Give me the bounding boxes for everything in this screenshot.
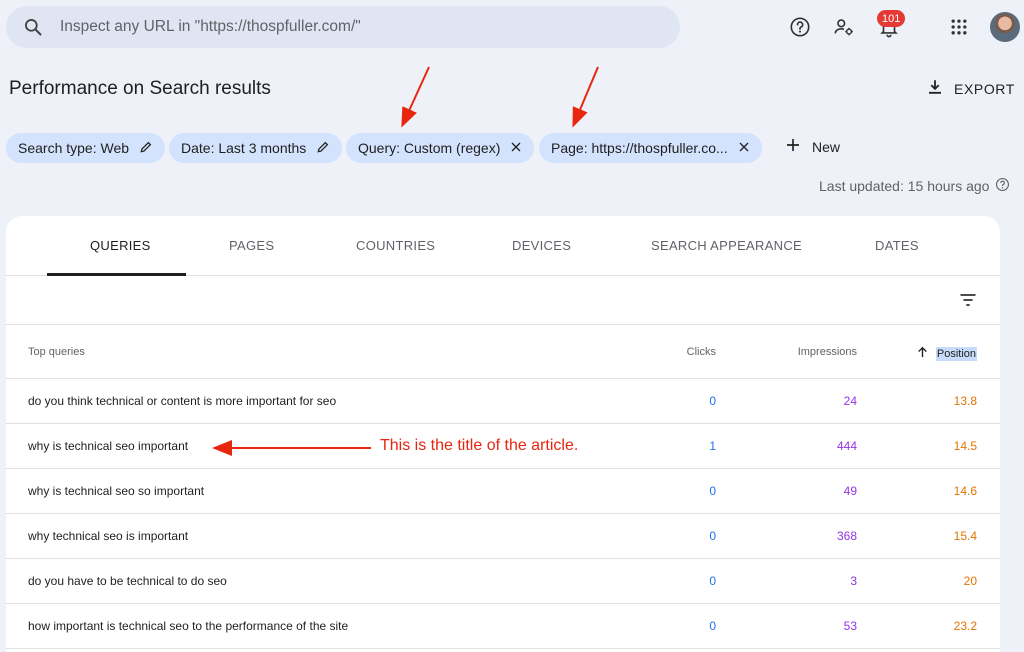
tab-pages[interactable]: PAGES [229, 238, 274, 253]
page-title: Performance on Search results [9, 78, 271, 99]
table-row[interactable]: do you have to be technical to do seo 0 … [6, 559, 1000, 604]
apps-icon[interactable] [946, 14, 972, 40]
close-icon[interactable] [738, 140, 750, 156]
table-row[interactable]: why technical seo is important 0 368 15.… [6, 514, 1000, 559]
tab-dates[interactable]: DATES [875, 238, 919, 253]
tab-search-appearance[interactable]: SEARCH APPEARANCE [651, 238, 802, 253]
filter-icon[interactable] [958, 290, 978, 315]
pencil-icon[interactable] [316, 140, 330, 157]
new-filter-button[interactable]: New [784, 136, 840, 157]
filter-chip-search-type[interactable]: Search type: Web [6, 133, 166, 163]
help-icon[interactable] [995, 177, 1010, 195]
clicks-cell: 0 [709, 484, 716, 498]
help-icon[interactable] [787, 14, 813, 40]
impressions-cell: 368 [836, 529, 857, 543]
table-header: Top queries Clicks Impressions Position [6, 325, 1000, 379]
chip-label: Date: Last 3 months [181, 140, 307, 156]
table-row[interactable]: do you think technical or content is mor… [6, 379, 1000, 424]
clicks-cell: 1 [709, 439, 716, 453]
last-updated-text: Last updated: 15 hours ago [819, 178, 990, 194]
column-header-position[interactable]: Position [917, 346, 977, 361]
filter-chip-query[interactable]: Query: Custom (regex) [346, 133, 535, 163]
tab-countries[interactable]: COUNTRIES [356, 238, 435, 253]
query-cell: how important is technical seo to the pe… [28, 619, 349, 633]
last-updated: Last updated: 15 hours ago [819, 177, 1010, 195]
clicks-cell: 0 [709, 619, 716, 633]
table-toolbar [6, 276, 1000, 325]
annotation-text: This is the title of the article. [380, 437, 579, 454]
clicks-cell: 0 [709, 394, 716, 408]
performance-table-card: QUERIES PAGES COUNTRIES DEVICES SEARCH A… [6, 216, 1000, 652]
plus-icon [784, 136, 802, 157]
position-cell: 14.6 [953, 484, 977, 498]
column-header-clicks[interactable]: Clicks [687, 346, 716, 358]
search-icon [6, 17, 60, 37]
chip-label: Query: Custom (regex) [358, 140, 501, 156]
impressions-cell: 3 [850, 574, 857, 588]
annotation-arrow-page [572, 66, 599, 128]
filter-chip-date[interactable]: Date: Last 3 months [169, 133, 343, 163]
avatar[interactable] [990, 12, 1020, 42]
tab-devices[interactable]: DEVICES [512, 238, 571, 253]
chip-label: Search type: Web [18, 140, 130, 156]
query-cell: why is technical seo so important [28, 484, 205, 498]
query-cell: why is technical seo important [28, 439, 189, 453]
url-inspect-search[interactable] [6, 6, 680, 48]
position-header-label: Position [935, 346, 977, 361]
pencil-icon[interactable] [139, 140, 153, 157]
table-row[interactable]: why is technical seo so important 0 49 1… [6, 469, 1000, 514]
column-header-query[interactable]: Top queries [28, 346, 85, 358]
query-cell: why technical seo is important [28, 529, 189, 543]
chip-label: Page: https://thospfuller.co... [551, 140, 728, 156]
manage-accounts-icon[interactable] [831, 14, 857, 40]
export-button[interactable]: EXPORT [926, 78, 1015, 99]
position-cell: 15.4 [953, 529, 977, 543]
position-cell: 14.5 [953, 439, 977, 453]
position-cell: 20 [963, 574, 977, 588]
clicks-cell: 0 [709, 574, 716, 588]
close-icon[interactable] [510, 140, 522, 156]
clicks-cell: 0 [709, 529, 716, 543]
export-label: EXPORT [954, 80, 1015, 97]
column-header-impressions[interactable]: Impressions [798, 346, 857, 358]
annotation-arrow-query [401, 66, 430, 128]
position-cell: 13.8 [953, 394, 977, 408]
tab-queries[interactable]: QUERIES [90, 238, 151, 253]
impressions-cell: 53 [843, 619, 857, 633]
table-row[interactable]: how important is technical seo to the pe… [6, 604, 1000, 649]
impressions-cell: 24 [843, 394, 857, 408]
impressions-cell: 49 [843, 484, 857, 498]
notification-badge: 101 [877, 10, 906, 27]
download-icon [926, 78, 944, 99]
url-inspect-input[interactable] [60, 18, 660, 36]
position-cell: 23.2 [953, 619, 977, 633]
query-cell: do you think technical or content is mor… [28, 394, 337, 408]
filter-chip-page[interactable]: Page: https://thospfuller.co... [539, 133, 762, 163]
impressions-cell: 444 [836, 439, 857, 453]
arrow-up-icon [917, 346, 928, 361]
query-cell: do you have to be technical to do seo [28, 574, 227, 588]
dimension-tabs: QUERIES PAGES COUNTRIES DEVICES SEARCH A… [6, 216, 1000, 276]
new-filter-label: New [812, 138, 841, 155]
